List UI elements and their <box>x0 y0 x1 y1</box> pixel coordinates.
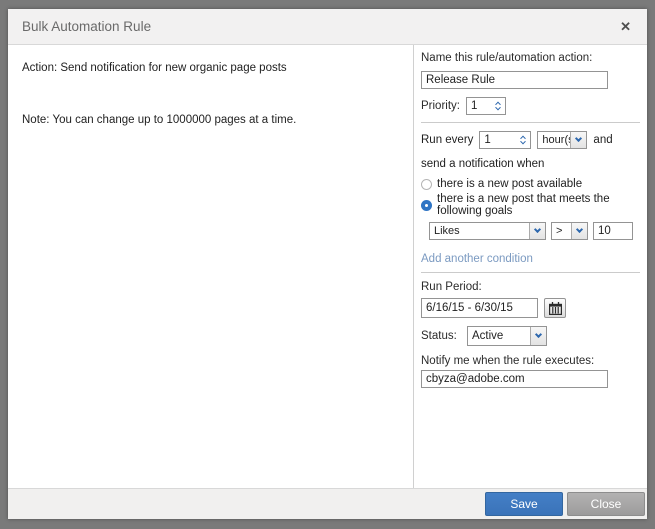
radio-goals-option[interactable]: there is a new post that meets the follo… <box>421 193 640 217</box>
select-drop-zone[interactable] <box>529 223 545 239</box>
status-value: Active <box>472 330 504 342</box>
trigger-options: there is a new post available there is a… <box>421 178 640 217</box>
rule-form-panel: Name this rule/automation action: Priori… <box>413 45 647 488</box>
priority-row: Priority: <box>421 97 640 115</box>
spinner-arrows-icon[interactable] <box>516 132 530 148</box>
chevron-down-icon <box>575 225 584 234</box>
run-period-row <box>421 298 640 318</box>
radio-new-post-label: there is a new post available <box>437 178 583 190</box>
close-icon[interactable]: ✕ <box>620 20 631 33</box>
run-every-row: Run every hour(s) and <box>421 131 640 149</box>
bulk-automation-rule-dialog: Bulk Automation Rule ✕ Action: Send noti… <box>8 9 647 519</box>
and-label: and <box>593 134 613 146</box>
run-period-label: Run Period: <box>421 281 482 293</box>
run-every-label: Run every <box>421 134 474 146</box>
chevron-down-icon <box>575 134 583 143</box>
spinner-arrows-icon[interactable] <box>491 98 505 114</box>
priority-label: Priority: <box>421 100 460 112</box>
dialog-titlebar: Bulk Automation Rule ✕ <box>8 9 647 45</box>
action-summary-text: Action: Send notification for new organi… <box>22 62 287 74</box>
priority-stepper[interactable] <box>466 97 506 115</box>
condition-operator-value: > <box>556 225 563 237</box>
chevron-down-icon[interactable] <box>495 104 501 111</box>
calendar-button[interactable] <box>544 298 566 318</box>
status-label: Status: <box>421 330 457 342</box>
dialog-content: Action: Send notification for new organi… <box>8 45 647 488</box>
interval-unit-select[interactable]: hour(s) <box>537 131 588 149</box>
name-label: Name this rule/automation action: <box>421 52 593 64</box>
notify-email-input[interactable] <box>421 370 608 388</box>
condition-value-input[interactable] <box>593 222 633 240</box>
save-button[interactable]: Save <box>485 492 563 516</box>
status-select[interactable]: Active <box>467 326 547 346</box>
status-row: Status: Active <box>421 326 640 346</box>
condition-metric-value: Likes <box>434 225 460 237</box>
interval-unit-value: hour(s) <box>542 134 570 146</box>
divider <box>421 122 640 123</box>
chevron-down-icon <box>534 330 543 339</box>
radio-goals-label: there is a new post that meets the follo… <box>437 193 610 217</box>
calendar-icon <box>548 301 562 315</box>
select-drop-zone[interactable] <box>570 132 587 148</box>
select-drop-zone[interactable] <box>530 327 546 345</box>
chevron-down-icon <box>533 225 542 234</box>
condition-operator-select[interactable]: > <box>551 222 588 240</box>
window-overlay: Bulk Automation Rule ✕ Action: Send noti… <box>0 0 655 529</box>
summary-panel: Action: Send notification for new organi… <box>8 45 413 488</box>
add-condition-link[interactable]: Add another condition <box>421 253 533 265</box>
radio-unchecked-icon[interactable] <box>421 178 432 190</box>
condition-row: Likes > <box>429 222 640 240</box>
run-period-input[interactable] <box>421 298 538 318</box>
priority-input[interactable] <box>467 98 491 114</box>
dialog-footer: Save Close <box>8 488 647 519</box>
run-every-input[interactable] <box>480 132 517 148</box>
radio-new-post-option[interactable]: there is a new post available <box>421 178 640 190</box>
run-every-stepper[interactable] <box>479 131 532 149</box>
divider <box>421 272 640 273</box>
chevron-down-icon[interactable] <box>520 138 527 145</box>
note-text: Note: You can change up to 1000000 pages… <box>22 114 297 126</box>
notify-label: Notify me when the rule executes: <box>421 355 595 367</box>
dialog-title: Bulk Automation Rule <box>22 19 152 34</box>
close-button[interactable]: Close <box>567 492 645 516</box>
radio-checked-icon[interactable] <box>421 199 432 211</box>
select-drop-zone[interactable] <box>571 223 587 239</box>
send-notification-label: send a notification when <box>421 158 545 170</box>
condition-metric-select[interactable]: Likes <box>429 222 546 240</box>
rule-name-input[interactable] <box>421 71 608 89</box>
